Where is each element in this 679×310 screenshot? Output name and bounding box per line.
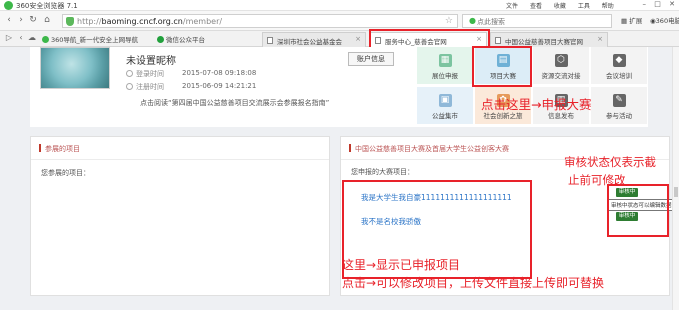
security-shield-icon (66, 17, 74, 26)
bookmark-wechat-icon (157, 36, 164, 43)
back-icon[interactable]: ‹ (4, 15, 14, 25)
tab-close-icon[interactable]: × (597, 35, 603, 43)
avatar (40, 47, 110, 89)
tile-conference-training[interactable]: ◆ 会议培训 (591, 47, 647, 84)
home-icon[interactable]: ⌂ (42, 15, 52, 25)
extensions-icon: ▦ (621, 17, 628, 25)
nickname: 未设置昵称 (126, 56, 176, 67)
address-bar: ‹ › ↻ ⌂ http://baoming.cncf.org.cn/membe… (0, 11, 679, 31)
annotation-click-here: 点击这里→申报大赛 (481, 97, 592, 112)
register-time-value: 2015-06-09 14:21:21 (182, 82, 257, 90)
resource-icon: ⬡ (554, 54, 568, 67)
divider (31, 159, 329, 160)
page-scrollbar[interactable] (672, 47, 679, 310)
register-time-row: 注册时间 2015-06-09 14:21:21 (126, 82, 256, 92)
browser-logo-icon (4, 1, 13, 10)
guard-button[interactable]: ◉360电脑王 (650, 15, 679, 25)
annotation-status-note-2: 止前可修改 (568, 173, 626, 187)
exhibit-projects-label: 您参展的项目： (41, 169, 90, 177)
login-time-row: 登录时间 2015-07-08 09:18:08 (126, 69, 256, 79)
search-box: ● (462, 14, 612, 28)
clock-icon (126, 70, 133, 77)
bookmark-star-icon[interactable]: ☆ (445, 16, 453, 26)
url-input[interactable]: http://baoming.cncf.org.cn/member/ ☆ (62, 14, 458, 28)
tab-back-icon[interactable]: ‹ (16, 33, 26, 42)
tile-resource-matching[interactable]: ⬡ 资源交流对接 (533, 47, 589, 84)
sidebar-toggle-icon[interactable]: ▷ (4, 33, 14, 42)
menu-tools[interactable]: 工具 (578, 3, 590, 10)
bookmark-360-icon (42, 36, 49, 43)
menu-bar: 文件 查看 收藏 工具 帮助 (506, 1, 624, 10)
conference-icon: ◆ (612, 54, 626, 67)
maximize-icon[interactable]: □ (654, 0, 661, 8)
tab-close-icon[interactable]: × (355, 35, 361, 43)
bookmark-360-nav[interactable]: 360导航_新一代安全上网导航 (42, 34, 138, 44)
url-text: http://baoming.cncf.org.cn/member/ (77, 17, 223, 26)
minimize-icon[interactable]: – (643, 0, 647, 8)
exhibit-projects-panel: 参展的项目 您参展的项目： (30, 136, 330, 296)
panel-title: 中国公益慈善项目大赛及首届大学生公益创客大赛 (349, 144, 509, 154)
close-icon[interactable]: ✕ (669, 0, 675, 8)
profile-card: 未设置昵称 登录时间 2015-07-08 09:18:08 注册时间 2015… (30, 47, 648, 127)
page-content: 未设置昵称 登录时间 2015-07-08 09:18:08 注册时间 2015… (0, 46, 679, 310)
app-title: 360安全浏览器 7.1 (16, 2, 78, 10)
forward-icon[interactable]: › (16, 15, 26, 25)
window-controls: – □ ✕ (637, 0, 675, 8)
tab-shenzhen-foundation[interactable]: 深圳市社会公益基金会 × (262, 32, 366, 47)
competition-tile-highlight (472, 46, 532, 87)
tab-competition-site[interactable]: 中国公益慈善项目大赛官网 × (490, 32, 608, 47)
account-info-button[interactable]: 账户信息 (348, 52, 394, 66)
annotation-status-note-1: 审核状态仅表示截 (564, 155, 656, 169)
activity-icon: ✎ (612, 94, 626, 107)
page-icon (495, 37, 501, 44)
guide-notice-link[interactable]: 点击阅读“第四届中国公益慈善项目交流展示会参展报名指南” (140, 98, 329, 108)
search-engine-icon: ● (469, 16, 476, 25)
refresh-icon[interactable]: ↻ (28, 15, 38, 25)
bookmark-wechat[interactable]: 微信公众平台 (157, 34, 205, 44)
search-input[interactable] (477, 16, 597, 27)
bookmarks-bar: ▷ ‹ ☁ 360导航_新一代安全上网导航 微信公众平台 深圳市社会公益基金会 … (0, 31, 679, 47)
scrollbar-thumb[interactable] (674, 187, 678, 197)
menu-file[interactable]: 文件 (506, 3, 518, 10)
menu-favorites[interactable]: 收藏 (554, 3, 566, 10)
tile-booth-apply[interactable]: ▦ 展位申报 (417, 47, 473, 84)
competition-projects-label: 您申报的大赛项目： (351, 168, 414, 176)
menu-help[interactable]: 帮助 (602, 3, 614, 10)
annotation-bottom-2: 点击→可以修改项目，上传文件直接上传即可替换 (342, 276, 605, 290)
status-highlight (607, 184, 669, 237)
menu-view[interactable]: 查看 (530, 3, 542, 10)
tile-charity-market[interactable]: ▣ 公益集市 (417, 87, 473, 124)
title-bar: 360安全浏览器 7.1 文件 查看 收藏 工具 帮助 – □ ✕ (0, 0, 679, 11)
panel-title: 参展的项目 (39, 144, 80, 154)
market-icon: ▣ (438, 94, 452, 107)
extensions-button[interactable]: ▦ 扩展 (621, 15, 642, 25)
annotation-bottom-1: 这里→显示已申报项目 (342, 258, 461, 272)
booth-icon: ▦ (438, 54, 452, 67)
page-icon (267, 37, 273, 44)
tile-join-activity[interactable]: ✎ 参与活动 (591, 87, 647, 124)
login-time-value: 2015-07-08 09:18:08 (182, 69, 257, 77)
calendar-icon (126, 83, 133, 90)
cloud-icon[interactable]: ☁ (27, 33, 37, 42)
